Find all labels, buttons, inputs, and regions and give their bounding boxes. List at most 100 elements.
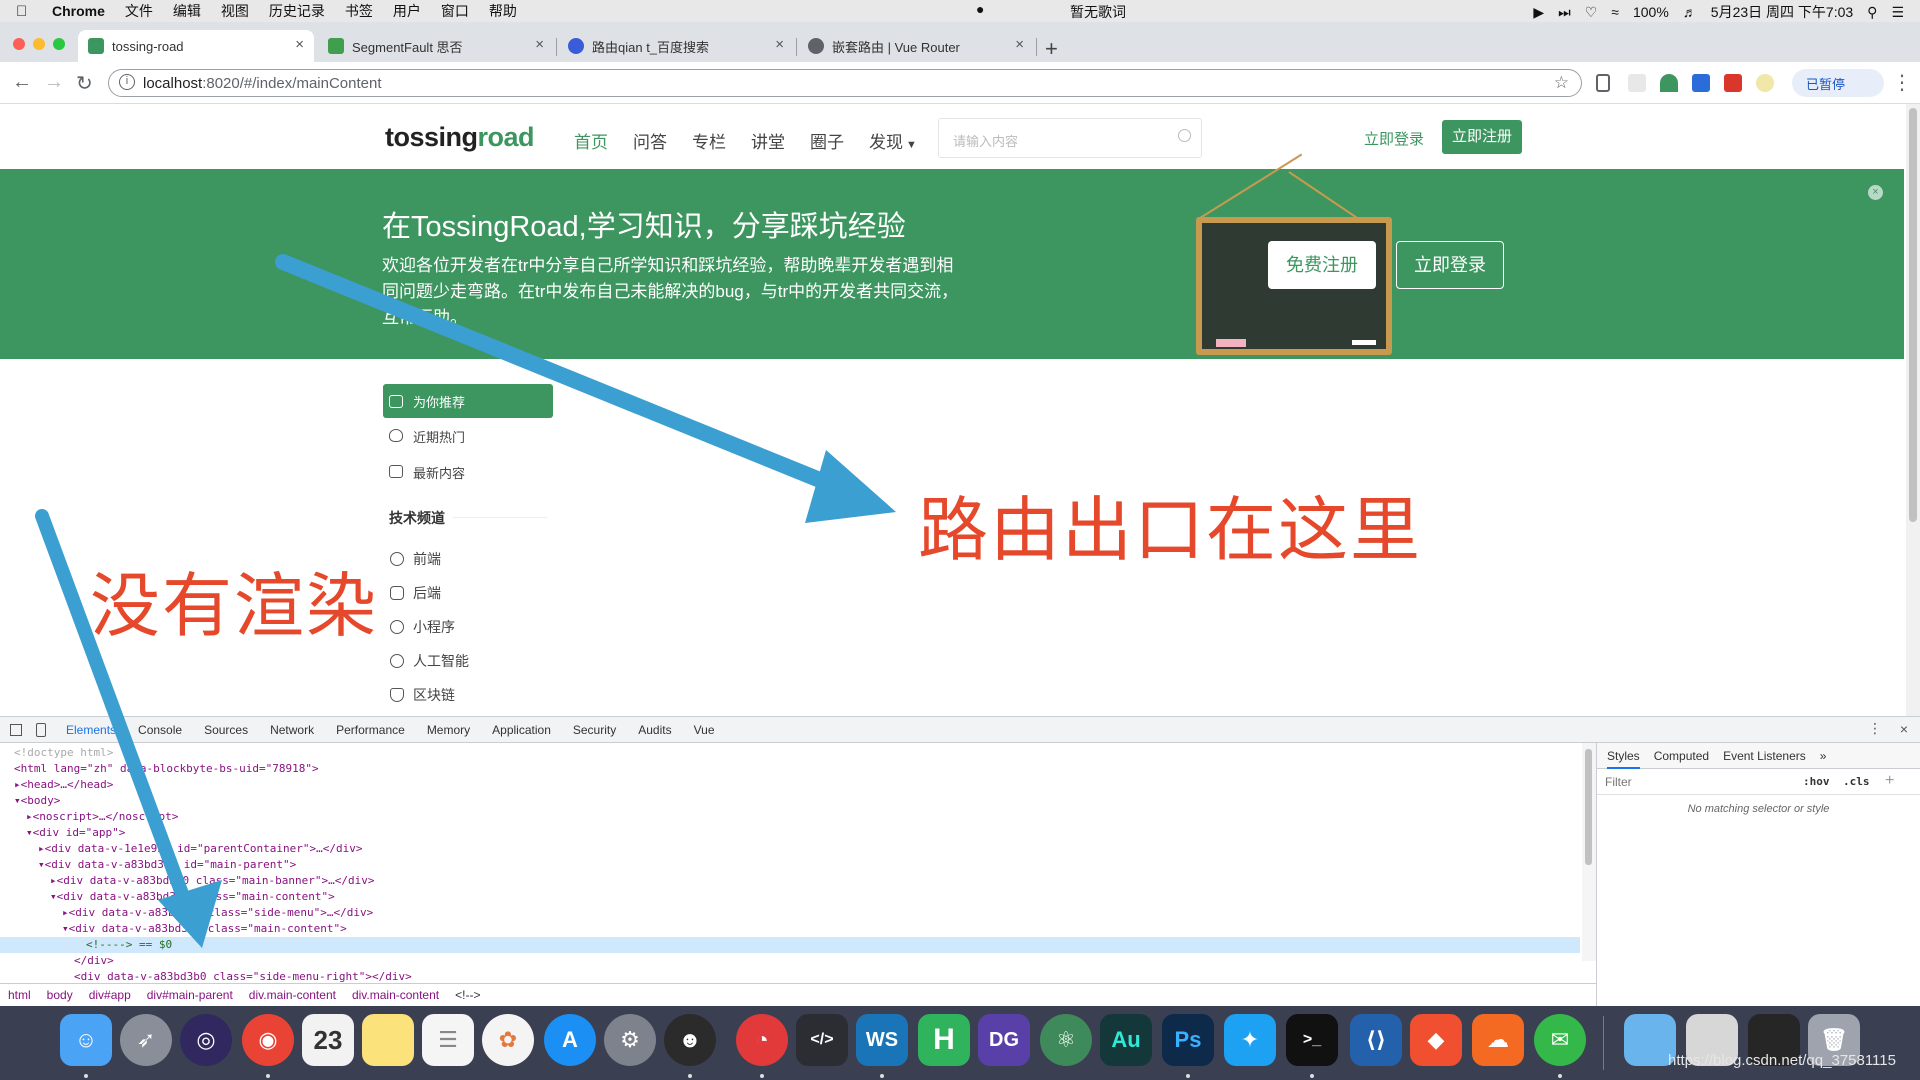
tab-elements[interactable]: Elements	[66, 723, 116, 737]
close-window-icon[interactable]	[13, 38, 25, 50]
new-tab-button[interactable]: +	[1045, 36, 1058, 62]
tab-computed[interactable]: Computed	[1654, 749, 1709, 763]
scrollbar-thumb[interactable]	[1909, 108, 1917, 522]
vue-devtools-icon[interactable]	[1660, 74, 1678, 92]
datetime[interactable]: 5月23日 周四 下午7:03	[1711, 2, 1853, 22]
spotlight-icon[interactable]: ⚲	[1867, 4, 1877, 21]
collapse-arrow-icon[interactable]: ▾	[38, 858, 45, 871]
datagrip-icon[interactable]: DG	[978, 1014, 1030, 1066]
nav-qa[interactable]: 问答	[633, 128, 692, 153]
extension-icon[interactable]	[1628, 74, 1646, 92]
chrome-icon[interactable]: ◉	[242, 1014, 294, 1066]
menu-user[interactable]: 用户	[393, 1, 421, 21]
devtools-more-icon[interactable]: ⋮	[1868, 720, 1882, 737]
free-register-button[interactable]: 免费注册	[1268, 241, 1376, 289]
menu-view[interactable]: 视图	[221, 1, 249, 21]
tab-network[interactable]: Network	[270, 723, 314, 737]
nav-discover[interactable]: 发现 ▼	[869, 128, 928, 153]
heart-icon[interactable]: ♡	[1585, 4, 1598, 21]
dom-line[interactable]: <html lang="zh" data-blockbyte-bs-uid="7…	[0, 761, 1580, 777]
git-client-icon[interactable]: ◆	[1410, 1014, 1462, 1066]
terminal-icon[interactable]: >_	[1286, 1014, 1338, 1066]
profile-paused-button[interactable]: 已暂停	[1792, 69, 1884, 97]
system-preferences-icon[interactable]: ⚙	[604, 1014, 656, 1066]
nav-home[interactable]: 首页	[574, 128, 633, 153]
cloud-drive-icon[interactable]: ☁	[1472, 1014, 1524, 1066]
app-store-icon[interactable]: A	[544, 1014, 596, 1066]
collapse-arrow-icon[interactable]: ▾	[62, 922, 69, 935]
tab-performance[interactable]: Performance	[336, 723, 405, 737]
inspect-element-icon[interactable]	[10, 723, 22, 736]
photoshop-icon[interactable]: Ps	[1162, 1014, 1214, 1066]
pdf-extension-icon[interactable]	[1724, 74, 1742, 92]
styles-filter-input[interactable]	[1605, 774, 1795, 789]
webstorm-icon[interactable]: WS	[856, 1014, 908, 1066]
hov-toggle[interactable]: :hov	[1803, 775, 1830, 788]
dom-line-selected[interactable]: <!----> == $0	[0, 937, 1580, 953]
tab-memory[interactable]: Memory	[427, 723, 470, 737]
dom-line[interactable]: ▸<div data-v-a83bd3b0 class="main-banner…	[0, 873, 1580, 889]
dom-line[interactable]: ▾<div id="app">	[0, 825, 1580, 841]
atom-icon[interactable]: ⚛	[1040, 1014, 1092, 1066]
breadcrumb-item[interactable]: div.main-content	[249, 988, 336, 1002]
device-toolbar-icon[interactable]	[36, 722, 46, 737]
banner-close-icon[interactable]: ×	[1868, 185, 1883, 200]
bookmark-extension-icon[interactable]	[1596, 74, 1610, 92]
menu-recommend[interactable]: 为你推荐	[383, 384, 553, 418]
dom-line[interactable]: ▸<noscript>…</noscript>	[0, 809, 1580, 825]
tab-audits[interactable]: Audits	[638, 723, 671, 737]
tab-close-icon[interactable]: ×	[295, 36, 304, 53]
bookmark-star-icon[interactable]: ☆	[1554, 73, 1569, 93]
hbuilder-icon[interactable]: H	[918, 1014, 970, 1066]
tab-close-icon[interactable]: ×	[535, 36, 544, 53]
menu-bookmarks[interactable]: 书签	[345, 1, 373, 21]
ydict-extension-icon[interactable]	[1756, 74, 1774, 92]
wechat-icon[interactable]: ✉	[1534, 1014, 1586, 1066]
dom-line[interactable]: <!doctype html>	[0, 745, 1580, 761]
wifi-icon[interactable]: ≈	[1611, 4, 1619, 20]
reload-icon[interactable]: ↻	[76, 71, 93, 96]
qq-icon[interactable]: ☻	[664, 1014, 716, 1066]
terminal-dev-icon[interactable]: </>	[796, 1014, 848, 1066]
expand-arrow-icon[interactable]: ▸	[62, 906, 69, 919]
login-link[interactable]: 立即登录	[1364, 128, 1424, 149]
channel-frontend[interactable]: 前端	[383, 542, 553, 576]
devtools-close-icon[interactable]: ×	[1900, 721, 1908, 737]
breadcrumb-item[interactable]: body	[47, 988, 73, 1002]
menu-latest[interactable]: 最新内容	[383, 454, 553, 490]
channel-miniprogram[interactable]: 小程序	[383, 610, 553, 644]
expand-arrow-icon[interactable]: ▸	[14, 778, 21, 791]
tab-application[interactable]: Application	[492, 723, 551, 737]
nav-column[interactable]: 专栏	[692, 128, 751, 153]
back-icon[interactable]: ←	[12, 71, 32, 94]
chrome-menu-icon[interactable]: ⋮	[1892, 70, 1912, 95]
play-icon[interactable]: ▶	[1533, 4, 1544, 21]
notes-icon[interactable]	[362, 1014, 414, 1066]
menu-help[interactable]: 帮助	[489, 1, 517, 21]
tab-close-icon[interactable]: ×	[1015, 36, 1024, 53]
address-bar[interactable]: i localhost:8020/#/index/mainContent ☆	[108, 69, 1582, 97]
finder-icon[interactable]: ☺	[60, 1014, 112, 1066]
menu-chrome[interactable]: Chrome	[52, 3, 105, 19]
expand-arrow-icon[interactable]: ▸	[50, 874, 57, 887]
translate-extension-icon[interactable]	[1692, 74, 1710, 92]
tab-tossing-road[interactable]: tossing-road ×	[78, 30, 314, 62]
reminders-icon[interactable]: ☰	[422, 1014, 474, 1066]
site-search-input[interactable]: 请输入内容	[938, 118, 1202, 158]
tab-security[interactable]: Security	[573, 723, 616, 737]
apple-icon[interactable]: 	[16, 3, 34, 20]
collapse-arrow-icon[interactable]: ▾	[14, 794, 21, 807]
channel-ai[interactable]: 人工智能	[383, 644, 553, 678]
vscode-icon[interactable]: ⟨⟩	[1350, 1014, 1402, 1066]
photos-icon[interactable]: ✿	[482, 1014, 534, 1066]
control-center-icon[interactable]: ☰	[1891, 4, 1904, 21]
more-tabs-icon[interactable]: »	[1820, 749, 1827, 763]
tab-event-listeners[interactable]: Event Listeners	[1723, 749, 1806, 763]
breadcrumb-item[interactable]: div#app	[89, 988, 131, 1002]
tab-segmentfault[interactable]: SegmentFault 思否 ×	[318, 30, 554, 62]
nav-lecture[interactable]: 讲堂	[751, 128, 810, 153]
twitter-icon[interactable]: ✦	[1224, 1014, 1276, 1066]
dom-line[interactable]: ▸<div data-v-1e1e932 id="parentContainer…	[0, 841, 1580, 857]
register-button[interactable]: 立即注册	[1442, 120, 1522, 154]
tab-vue-router[interactable]: 嵌套路由 | Vue Router ×	[798, 30, 1034, 62]
